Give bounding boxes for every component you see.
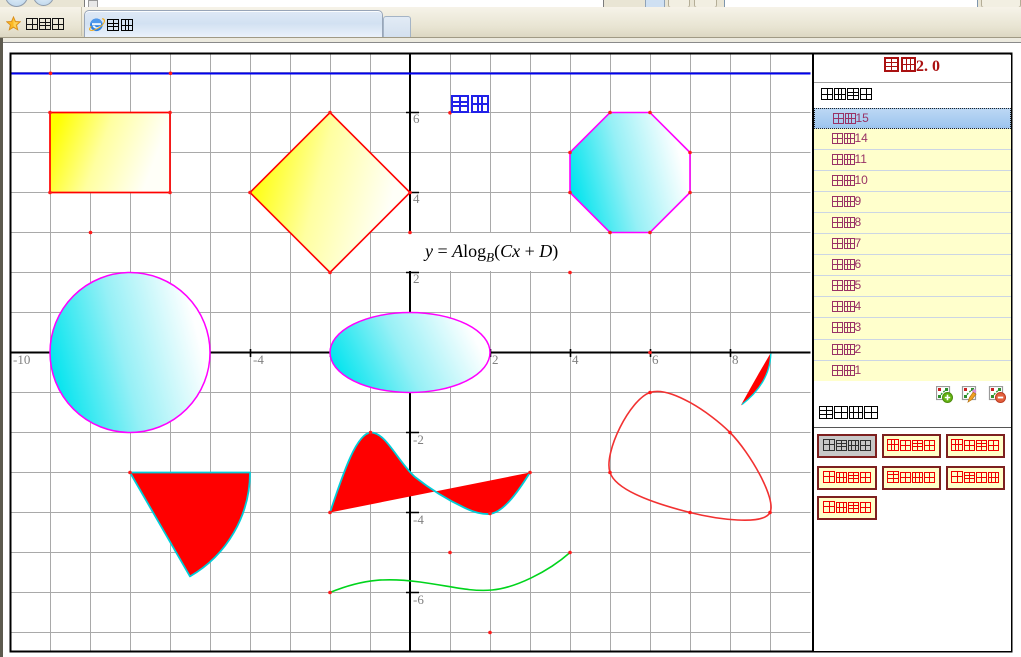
svg-text:2: 2 bbox=[492, 352, 499, 367]
svg-text:-4: -4 bbox=[253, 352, 264, 367]
svg-text:-4: -4 bbox=[413, 512, 424, 527]
svg-text:-10: -10 bbox=[13, 352, 30, 367]
svg-text:4: 4 bbox=[413, 191, 420, 206]
svg-text:-6: -6 bbox=[413, 592, 424, 607]
svg-text:-2: -2 bbox=[413, 432, 424, 447]
svg-text:8: 8 bbox=[732, 352, 739, 367]
svg-text:6: 6 bbox=[413, 111, 420, 126]
svg-text:2: 2 bbox=[413, 271, 420, 286]
svg-text:4: 4 bbox=[572, 352, 579, 367]
svg-text:6: 6 bbox=[652, 352, 659, 367]
